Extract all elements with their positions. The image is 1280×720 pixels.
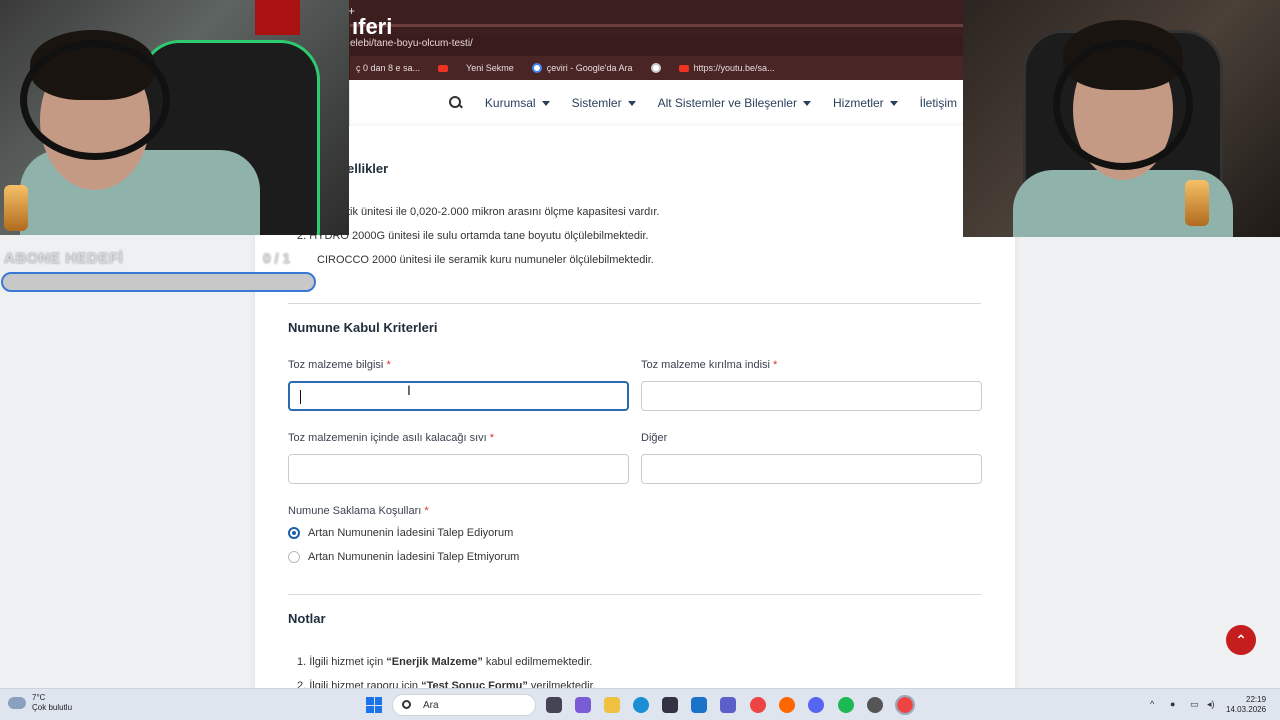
globe-icon	[650, 63, 661, 73]
microphone-icon[interactable]: ●	[1170, 699, 1175, 709]
chrome-icon[interactable]	[750, 697, 766, 713]
firefox-icon[interactable]	[779, 697, 795, 713]
bookmark-item[interactable]: çeviri - Google'da Ara	[531, 63, 633, 73]
network-icon[interactable]: ▭	[1190, 699, 1199, 710]
kirilma-indisi-input[interactable]	[641, 381, 982, 411]
google-icon	[531, 63, 542, 73]
site-nav: Kurumsal Sistemler Alt Sistemler ve Bile…	[350, 80, 963, 126]
taskbar: 7°C Çok bulutlu Ara ^ ● ▭ ◂) 22:19 14.03.2…	[0, 688, 1280, 720]
system-clock[interactable]: 22:19 14.03.2026	[1226, 695, 1266, 715]
task-view-icon[interactable]	[546, 697, 562, 713]
edge-icon[interactable]	[633, 697, 649, 713]
youtube-icon	[678, 64, 689, 72]
search-icon[interactable]	[448, 96, 463, 110]
tray-chevron-icon[interactable]: ^	[1150, 699, 1154, 709]
chevron-down-icon	[802, 100, 811, 106]
lamp-glow	[4, 185, 28, 231]
chevron-down-icon	[627, 100, 636, 106]
obs-icon[interactable]	[867, 697, 883, 713]
radio-iade-talep-ediyorum[interactable]: Artan Numunenin İadesini Talep Ediyorum	[288, 527, 513, 539]
scroll-to-top-button[interactable]: ⌃	[1226, 625, 1256, 655]
nav-item-sistemler[interactable]: Sistemler	[572, 96, 636, 110]
toz-malzeme-bilgisi-input[interactable]	[288, 381, 629, 411]
sivi-input[interactable]	[288, 454, 629, 484]
bookmarks-bar: ç 0 dan 8 e sa... Yeni Sekme çeviri - Go…	[350, 56, 963, 80]
nav-item-iletisim[interactable]: İletişim	[920, 96, 957, 110]
teams-icon[interactable]	[720, 697, 736, 713]
notes-title: Notlar	[288, 611, 326, 626]
chevron-down-icon	[541, 100, 550, 106]
cloud-icon	[8, 697, 26, 709]
headset-icon	[20, 40, 170, 160]
divider	[288, 303, 981, 304]
flag-decoration	[255, 0, 300, 35]
spotify-icon[interactable]	[838, 697, 854, 713]
field-label-diger: Diğer	[641, 432, 668, 444]
copilot-icon[interactable]	[575, 697, 591, 713]
youtube-icon	[438, 64, 449, 72]
features-title: ellikler	[347, 161, 389, 176]
text-cursor	[300, 390, 301, 404]
lamp-glow	[1185, 180, 1209, 226]
content-card: ellikler tik ünitesi ile 0,020-2.000 mik…	[255, 126, 1015, 692]
address-bar[interactable]: elebi/tane-boyu-olcum-testi/	[350, 36, 963, 54]
weather-widget[interactable]: 7°C Çok bulutlu	[8, 693, 72, 713]
volume-icon[interactable]: ◂)	[1207, 699, 1215, 710]
bookmark-item[interactable]	[650, 63, 661, 73]
webcam-right	[963, 0, 1280, 237]
text-cursor-icon: I	[407, 382, 411, 398]
subscriber-goal-title: ABONE HEDEFİ	[4, 250, 124, 267]
discord-icon[interactable]	[808, 697, 824, 713]
windows-start-button[interactable]	[366, 697, 382, 713]
nav-item-hizmetler[interactable]: Hizmetler	[833, 96, 898, 110]
chevron-down-icon	[889, 100, 898, 106]
webcam-left	[0, 0, 349, 235]
divider	[288, 594, 981, 595]
bookmark-item[interactable]: Yeni Sekme	[466, 63, 514, 73]
nav-item-kurumsal[interactable]: Kurumsal	[485, 96, 550, 110]
chrome-active-icon[interactable]	[895, 695, 915, 715]
subscriber-goal-count: 0 / 1	[263, 250, 291, 266]
mail-icon[interactable]	[691, 697, 707, 713]
storage-label: Numune Saklama Koşulları *	[288, 505, 429, 517]
form-title: Numune Kabul Kriterleri	[288, 320, 438, 335]
screen: + ıferi elebi/tane-boyu-olcum-testi/ ç 0…	[0, 0, 1280, 720]
feature-item: tik ünitesi ile 0,020-2.000 mikron arası…	[347, 206, 660, 218]
taskbar-search[interactable]: Ara	[392, 694, 536, 716]
bookmark-item[interactable]: ç 0 dan 8 e sa...	[356, 63, 420, 73]
feature-item: CIROCCO 2000 ünitesi ile seramik kuru nu…	[317, 254, 654, 266]
field-label-sivi: Toz malzemenin içinde asılı kalacağı sıv…	[288, 432, 495, 444]
bookmark-item[interactable]	[438, 64, 449, 72]
url-text: elebi/tane-boyu-olcum-testi/	[350, 38, 473, 49]
nav-item-alt-sistemler[interactable]: Alt Sistemler ve Bileşenler	[658, 96, 811, 110]
headset-icon	[1053, 40, 1193, 170]
diger-input[interactable]	[641, 454, 982, 484]
feature-item: 2. HYDRO 2000G ünitesi ile sulu ortamda …	[297, 230, 649, 242]
radio-unchecked-icon	[288, 551, 300, 563]
radio-iade-talep-etmiyorum[interactable]: Artan Numunenin İadesini Talep Etmiyorum	[288, 551, 519, 563]
field-label-kirilma-indisi: Toz malzeme kırılma indisi *	[641, 359, 778, 371]
subscriber-goal-bar	[1, 272, 316, 292]
bookmark-item[interactable]: https://youtu.be/sa...	[678, 63, 775, 73]
store-icon[interactable]	[662, 697, 678, 713]
search-icon	[402, 700, 411, 709]
file-explorer-icon[interactable]	[604, 697, 620, 713]
chevron-up-icon: ⌃	[1235, 632, 1247, 648]
field-label-toz-bilgisi: Toz malzeme bilgisi *	[288, 359, 391, 371]
note-item: 1. İlgili hizmet için “Enerjik Malzeme” …	[297, 656, 593, 668]
radio-checked-icon	[288, 527, 300, 539]
